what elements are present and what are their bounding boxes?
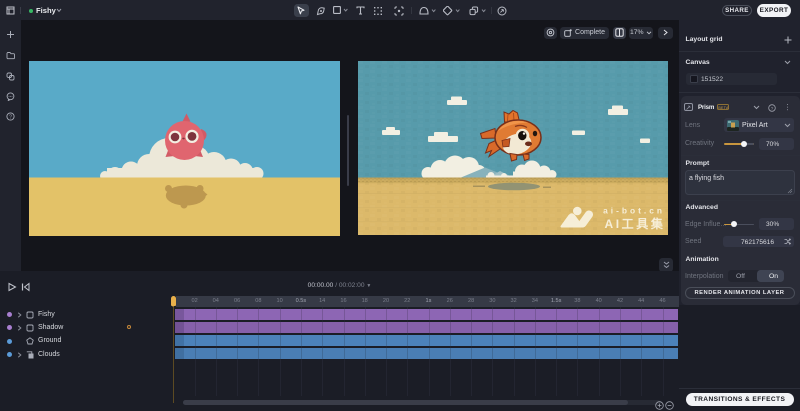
svg-text:BETA: BETA [718,106,729,110]
svg-text:?: ? [771,105,774,110]
svg-text:AI工具集: AI工具集 [604,216,665,231]
svg-text:?: ? [9,114,12,120]
svg-text:ai-bot.cn: ai-bot.cn [603,206,665,216]
